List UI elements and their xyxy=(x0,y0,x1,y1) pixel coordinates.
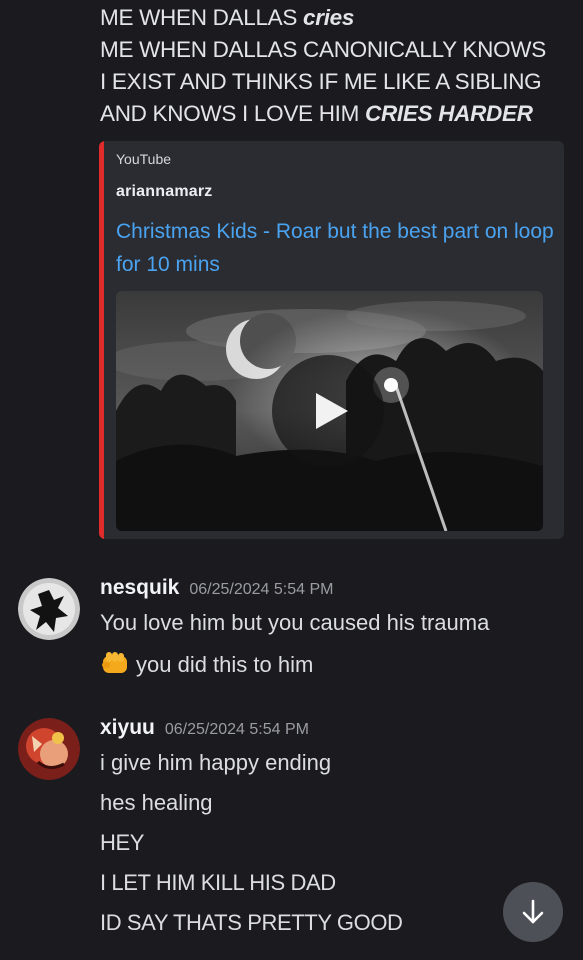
message-text: i give him happy ending xyxy=(100,750,332,775)
message-text: I LET HIM KILL HIS DAD xyxy=(100,870,336,895)
message-line: ME WHEN DALLAS cries xyxy=(100,5,355,30)
username[interactable]: xiyuu xyxy=(100,716,155,739)
avatar[interactable] xyxy=(18,718,80,780)
timestamp: 06/25/2024 5:54 PM xyxy=(189,581,334,598)
username[interactable]: nesquik xyxy=(100,576,179,599)
message-line: AND KNOWS I LOVE HIM CRIES HARDER xyxy=(100,101,533,126)
avatar[interactable] xyxy=(18,578,80,640)
scroll-to-bottom-button[interactable] xyxy=(503,882,563,942)
youtube-embed: YouTube ariannamarz Christmas Kids - Roa… xyxy=(99,141,564,539)
play-button[interactable] xyxy=(272,355,384,467)
emphasis-text: CRIES HARDER xyxy=(365,101,533,126)
fist-icon xyxy=(100,650,130,682)
emphasis-text: cries xyxy=(303,5,355,30)
message-continuation: ME WHEN DALLAS cries ME WHEN DALLAS CANO… xyxy=(100,0,570,130)
message-line: I EXIST AND THINKS IF ME LIKE A SIBLING xyxy=(100,69,542,94)
arrow-down-icon xyxy=(522,899,544,924)
play-icon xyxy=(316,393,348,429)
message-text: you did this to him xyxy=(100,650,313,682)
chat-screen: ME WHEN DALLAS cries ME WHEN DALLAS CANO… xyxy=(0,0,583,960)
message-text: HEY xyxy=(100,830,145,855)
dragon-avatar-icon xyxy=(18,578,80,640)
message-text: You love him but you caused his trauma xyxy=(100,610,490,635)
embed-author[interactable]: ariannamarz xyxy=(116,183,212,201)
character-avatar-icon xyxy=(18,718,80,780)
embed-accent-bar xyxy=(99,141,104,539)
timestamp: 06/25/2024 5:54 PM xyxy=(164,721,309,738)
embed-title-link[interactable]: Christmas Kids - Roar but the best part … xyxy=(116,215,556,281)
message-text: ID SAY THATS PRETTY GOOD xyxy=(100,910,403,935)
message-text: hes healing xyxy=(100,790,213,815)
video-thumbnail[interactable] xyxy=(116,291,543,531)
embed-provider[interactable]: YouTube xyxy=(116,151,171,167)
message-line: ME WHEN DALLAS CANONICALLY KNOWS xyxy=(100,37,546,62)
